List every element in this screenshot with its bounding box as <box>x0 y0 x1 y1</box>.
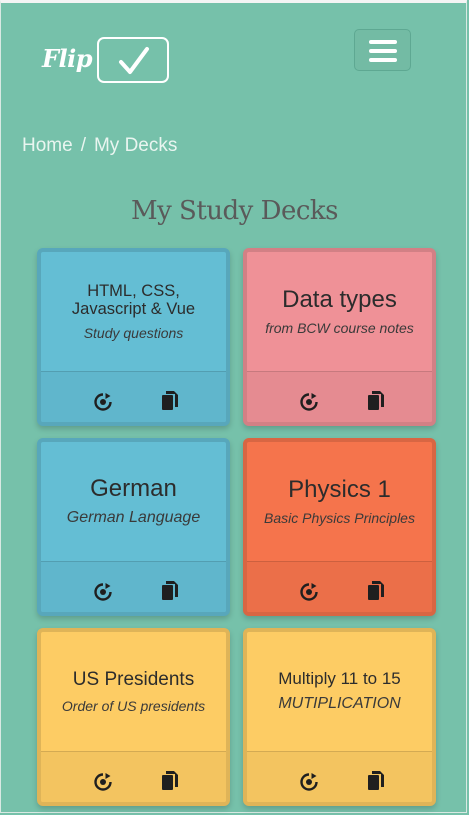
logo-check-box <box>97 37 169 83</box>
deck-card-multiply[interactable]: Multiply 11 to 15 MUTIPLICATION <box>243 628 436 806</box>
deck-card-body[interactable]: US Presidents Order of US presidents <box>41 632 226 751</box>
study-target-icon[interactable] <box>299 582 319 602</box>
deck-card-body[interactable]: HTML, CSS, Javascript & Vue Study questi… <box>41 252 226 371</box>
deck-subtitle: Study questions <box>83 325 184 342</box>
deck-title: HTML, CSS, Javascript & Vue <box>71 282 196 319</box>
page-title: My Study Decks <box>130 196 339 226</box>
breadcrumb-home-link[interactable]: Home <box>22 135 73 156</box>
deck-title: German <box>90 474 177 502</box>
cards-copy-icon[interactable] <box>160 580 180 602</box>
study-target-icon[interactable] <box>93 772 113 792</box>
deck-title: US Presidents <box>72 668 195 690</box>
cards-copy-icon[interactable] <box>160 770 180 792</box>
breadcrumb-separator: / <box>80 135 86 156</box>
deck-card-footer <box>41 561 226 612</box>
hamburger-icon-bar <box>369 58 397 62</box>
breadcrumb: Home / My Decks <box>22 135 177 157</box>
deck-card-german[interactable]: German German Language <box>37 438 230 616</box>
cards-copy-icon[interactable] <box>366 770 386 792</box>
menu-toggle-button[interactable] <box>354 29 411 71</box>
deck-subtitle: German Language <box>66 509 201 527</box>
hamburger-icon-bar <box>369 49 397 53</box>
cards-copy-icon[interactable] <box>366 390 386 412</box>
cards-copy-icon[interactable] <box>160 390 180 412</box>
deck-card-us-presidents[interactable]: US Presidents Order of US presidents <box>37 628 230 806</box>
deck-card-physics[interactable]: Physics 1 Basic Physics Principles <box>243 438 436 616</box>
deck-card-footer <box>247 371 432 422</box>
study-target-icon[interactable] <box>299 392 319 412</box>
deck-subtitle: Order of US presidents <box>61 697 206 714</box>
deck-card-footer <box>41 371 226 422</box>
logo[interactable]: Flip <box>42 37 182 85</box>
logo-text: Flip <box>42 44 93 73</box>
deck-title: Multiply 11 to 15 <box>278 668 401 688</box>
deck-title: Physics 1 <box>288 475 391 503</box>
deck-card-body[interactable]: Physics 1 Basic Physics Principles <box>247 442 432 561</box>
deck-card-footer <box>247 751 432 802</box>
deck-subtitle: from BCW course notes <box>265 320 414 337</box>
deck-subtitle: Basic Physics Principles <box>264 510 415 527</box>
study-target-icon[interactable] <box>93 582 113 602</box>
study-target-icon[interactable] <box>299 772 319 792</box>
deck-title: Data types <box>282 285 397 313</box>
deck-card-html-css[interactable]: HTML, CSS, Javascript & Vue Study questi… <box>37 248 230 426</box>
deck-card-body[interactable]: Data types from BCW course notes <box>247 252 432 371</box>
checkmark-icon <box>119 47 149 74</box>
deck-card-footer <box>247 561 432 612</box>
breadcrumb-current: My Decks <box>93 135 178 156</box>
deck-card-body[interactable]: German German Language <box>41 442 226 561</box>
deck-card-body[interactable]: Multiply 11 to 15 MUTIPLICATION <box>247 632 432 751</box>
deck-card-footer <box>41 751 226 802</box>
study-target-icon[interactable] <box>93 392 113 412</box>
deck-card-data-types[interactable]: Data types from BCW course notes <box>243 248 436 426</box>
hamburger-icon <box>369 40 397 44</box>
deck-subtitle: MUTIPLICATION <box>278 695 401 713</box>
cards-copy-icon[interactable] <box>366 580 386 602</box>
